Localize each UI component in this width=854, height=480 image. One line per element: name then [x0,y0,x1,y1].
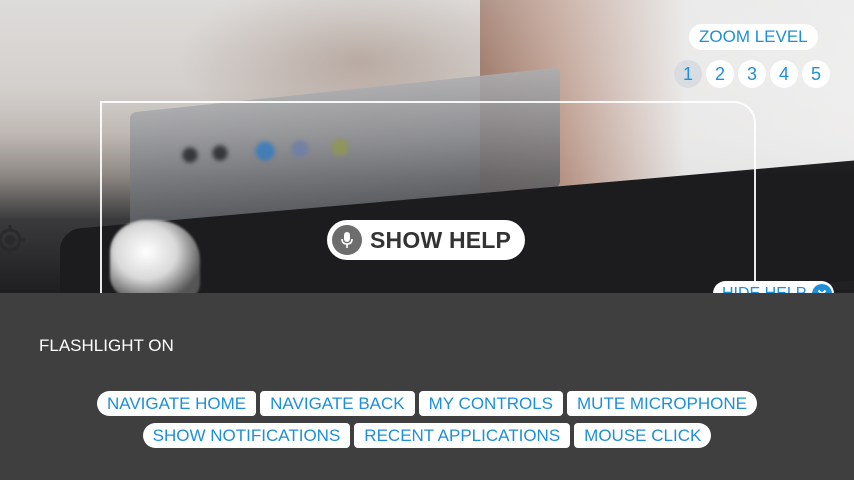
microphone-icon [332,225,362,255]
recent-applications-command[interactable]: RECENT APPLICATIONS [354,423,571,448]
show-notifications-command[interactable]: SHOW NOTIFICATIONS [142,423,351,448]
show-help-label: SHOW HELP [370,226,512,253]
command-row-2: SHOW NOTIFICATIONS RECENT APPLICATIONS M… [0,423,854,448]
navigate-home-command[interactable]: NAVIGATE HOME [96,391,257,416]
command-row-1: NAVIGATE HOME NAVIGATE BACK MY CONTROLS … [0,391,854,416]
help-guide-frame [100,101,756,303]
mute-microphone-command[interactable]: MUTE MICROPHONE [567,391,757,416]
flashlight-status: FLASHLIGHT ON [39,336,174,355]
my-controls-command[interactable]: MY CONTROLS [418,391,563,416]
voice-commands-panel: FLASHLIGHT ON NAVIGATE HOME NAVIGATE BAC… [0,293,854,480]
zoom-level-2-button[interactable]: 2 [706,60,734,88]
zoom-level-4-button[interactable]: 4 [770,60,798,88]
zoom-level-5-button[interactable]: 5 [802,60,830,88]
navigate-back-command[interactable]: NAVIGATE BACK [260,391,415,416]
show-help-button[interactable]: SHOW HELP [327,220,525,260]
zoom-level-label: ZOOM LEVEL [689,24,818,50]
crosshair-target-icon[interactable] [0,224,26,256]
zoom-level-3-button[interactable]: 3 [738,60,766,88]
mouse-click-command[interactable]: MOUSE CLICK [574,423,712,448]
zoom-level-1-button[interactable]: 1 [674,60,702,88]
